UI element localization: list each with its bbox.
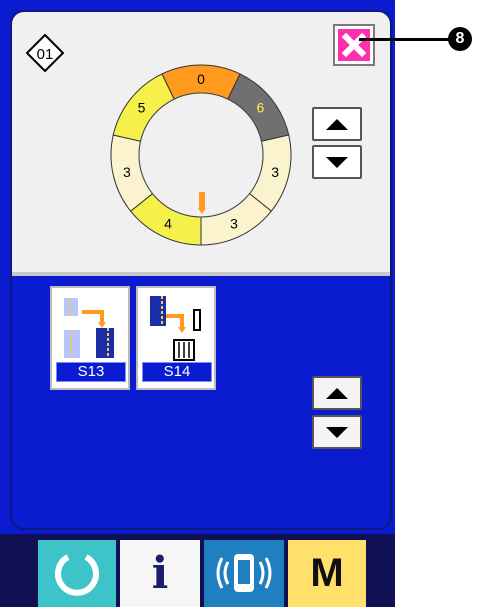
communication-icon <box>216 554 272 592</box>
ring-segment-label: 5 <box>138 100 146 116</box>
step-button-s14[interactable]: S14 <box>136 286 216 390</box>
ring-scroll-down-button[interactable] <box>312 145 362 179</box>
ring-segment-label: 6 <box>257 100 265 116</box>
arrow-up-icon <box>326 387 348 399</box>
step-list-area: S13 S14 <box>12 276 390 528</box>
main-panel: 01 0 6 3 3 4 3 5 S13 S14 <box>10 10 392 530</box>
step-label: S14 <box>142 362 212 382</box>
arrow-down-icon <box>326 426 348 438</box>
ring-segment-label: 3 <box>230 215 238 231</box>
cloth-transfer-icon <box>64 298 114 358</box>
step-button-s13[interactable]: S13 <box>50 286 130 390</box>
info-key-label: i <box>151 548 169 599</box>
mode-key[interactable]: M <box>288 540 366 607</box>
ring-segment-label: 3 <box>271 164 279 180</box>
callout-number-badge: 8 <box>448 27 472 51</box>
arrow-up-icon <box>326 118 348 130</box>
reset-circle-icon <box>55 554 99 596</box>
arrow-down-icon <box>326 156 348 168</box>
step-scroll-up-button[interactable] <box>312 376 362 410</box>
step-scroll-down-button[interactable] <box>312 415 362 449</box>
status-line <box>30 2 150 6</box>
pattern-number: 01 <box>37 46 54 63</box>
ring-segment-label: 4 <box>164 215 172 231</box>
ring-segment-label: 3 <box>123 164 131 180</box>
ring-scroll-up-button[interactable] <box>312 107 362 141</box>
step-ring: 0 6 3 3 4 3 5 <box>110 64 292 246</box>
communication-key[interactable] <box>204 540 284 607</box>
reset-key[interactable] <box>38 540 116 607</box>
cloth-stacker-icon <box>150 296 201 361</box>
ring-segment-label: 0 <box>197 71 205 87</box>
callout-line <box>359 38 457 41</box>
close-button[interactable] <box>333 24 375 66</box>
step-label: S13 <box>56 362 126 382</box>
pattern-display-area: 01 0 6 3 3 4 3 5 <box>12 12 390 272</box>
close-x-icon <box>341 32 367 58</box>
panel-screen: 01 0 6 3 3 4 3 5 S13 S14 i M <box>0 0 395 607</box>
information-key[interactable]: i <box>120 540 200 607</box>
footer-key-bar: i M <box>0 534 395 607</box>
mode-key-label: M <box>310 551 344 595</box>
pattern-number-icon: 01 <box>25 33 65 73</box>
